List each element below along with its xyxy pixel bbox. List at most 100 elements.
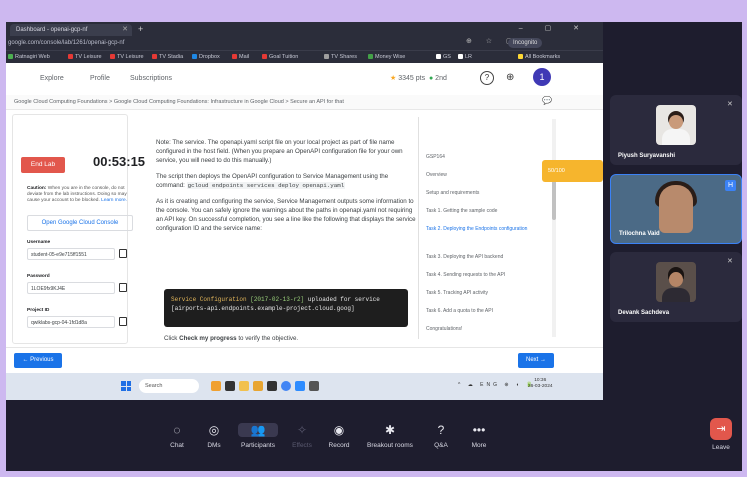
user-avatar[interactable]: 1 <box>533 68 551 86</box>
previous-button[interactable]: ← Previous <box>14 353 62 368</box>
lab-navigation: ← Previous Next → <box>6 347 603 374</box>
toc-divider <box>418 117 419 339</box>
participants-icon: 👥 <box>238 423 278 437</box>
browser-tab-bar: Dashboard - openai-gcp-nf ✕ + – ▢ ✕ <box>6 22 603 36</box>
learn-more-link[interactable]: Learn more. <box>101 198 127 203</box>
participant-name: Devank Sachdeva <box>618 310 670 316</box>
leave-button[interactable]: ⇥ Leave <box>708 418 734 451</box>
clock[interactable]: 10:36 26-03-2024 <box>528 378 553 390</box>
username-field[interactable]: student-05-e9e715ff1551 <box>27 248 115 260</box>
system-tray[interactable]: ^ ☁ ENG ⊕ ◖ 🔋 <box>458 382 536 388</box>
file-explorer-icon[interactable] <box>239 381 249 391</box>
participant-tile-active[interactable]: H Trilochna Vaid <box>610 174 742 244</box>
inline-code: gcloud endpoints services deploy openapi… <box>186 182 346 189</box>
bookmark[interactable]: Goal Tuition <box>262 52 298 62</box>
more-button[interactable]: ••• More <box>459 423 499 449</box>
bookmark[interactable]: TV Shares <box>324 52 357 62</box>
window-controls[interactable]: – ▢ ✕ <box>519 24 589 32</box>
help-icon[interactable]: ? <box>480 71 494 85</box>
leave-icon: ⇥ <box>710 418 732 440</box>
more-icon: ••• <box>472 423 486 437</box>
record-button[interactable]: ◉ Record <box>319 423 359 449</box>
bookmark[interactable]: TV Leisure <box>68 52 102 62</box>
participant-tile[interactable]: ✕ Devank Sachdeva <box>610 252 742 322</box>
project-id-field[interactable]: qwiklabs-gcp-04-1fd1d8a <box>27 316 115 328</box>
next-button[interactable]: Next → <box>518 353 554 368</box>
url-field[interactable]: google.com/console/lab/1261/openai-gcp-n… <box>8 38 428 48</box>
breakout-icon: ✱ <box>384 423 396 437</box>
toc-item[interactable]: Setup and requirements <box>426 190 538 197</box>
chat-icon: ◌ <box>173 423 181 437</box>
nav-subscriptions[interactable]: Subscriptions <box>130 75 172 82</box>
toc-item[interactable]: Task 4. Sending requests to the API <box>426 272 538 279</box>
participant-name: Piyush Suryavanshi <box>618 153 676 159</box>
toc-item[interactable]: Task 3. Deploying the API backend <box>426 254 538 261</box>
bookmark[interactable]: Ratnagiri Web <box>8 52 50 62</box>
instruction-paragraph: The script then deploys the OpenAPI conf… <box>156 173 389 189</box>
bookmark[interactable]: All Bookmarks <box>518 52 560 62</box>
widgets-icon[interactable] <box>211 381 221 391</box>
new-tab-button[interactable]: + <box>138 24 143 34</box>
zoom-icon[interactable] <box>295 381 305 391</box>
language-icon[interactable]: ⊕ <box>506 72 514 83</box>
breadcrumb-text[interactable]: Google Cloud Computing Foundations > Goo… <box>14 97 344 107</box>
copy-password-icon[interactable] <box>119 283 127 292</box>
muted-mic-icon: ✕ <box>727 258 733 265</box>
settings-icon[interactable] <box>309 381 319 391</box>
folder-icon[interactable] <box>253 381 263 391</box>
nav-profile[interactable]: Profile <box>90 75 110 82</box>
password-field[interactable]: 1LOE9fx9KJ4E <box>27 282 115 294</box>
participant-tile[interactable]: ✕ Piyush Suryavanshi <box>610 95 742 165</box>
copy-project-icon[interactable] <box>119 317 127 326</box>
end-lab-button[interactable]: End Lab <box>21 157 65 173</box>
bookmarks-bar: Ratnagiri Web TV Leisure TV Leisure TV S… <box>6 50 603 63</box>
dms-button[interactable]: ◎ DMs <box>194 423 234 449</box>
nav-explore[interactable]: Explore <box>40 75 64 82</box>
toc-item[interactable]: Task 5. Tracking API activity <box>426 290 538 297</box>
toc-item[interactable]: Congratulations! <box>426 326 538 333</box>
score-tab[interactable]: 50/100 <box>542 160 603 182</box>
taskbar-search[interactable]: Search <box>139 379 199 393</box>
effects-icon: ✧ <box>296 423 308 437</box>
shared-screen: Dashboard - openai-gcp-nf ✕ + – ▢ ✕ goog… <box>6 22 603 400</box>
meeting-window: Dashboard - openai-gcp-nf ✕ + – ▢ ✕ goog… <box>6 22 742 471</box>
instruction-paragraph: Note: The service. The openapi.yaml scri… <box>156 139 403 164</box>
toc-item[interactable]: Overview <box>426 172 538 179</box>
bookmark[interactable]: TV Stadia <box>152 52 183 62</box>
bookmark[interactable]: GS <box>436 52 451 62</box>
open-console-button[interactable]: Open Google Cloud Console <box>27 215 133 231</box>
bookmark[interactable]: LR <box>458 52 472 62</box>
chrome-icon[interactable] <box>281 381 291 391</box>
profile-chip[interactable]: Incognito <box>508 38 543 48</box>
toc-item[interactable]: GSP164 <box>426 154 538 161</box>
store-icon[interactable] <box>267 381 277 391</box>
points-badge: ★ 3345 pts ● 2nd <box>390 75 447 82</box>
password-label: Password <box>27 274 50 279</box>
lab-timer: 00:53:15 <box>93 154 146 169</box>
toc-item-active[interactable]: Task 2. Deploying the Endpoints configur… <box>426 226 538 233</box>
spotlight-icon: H <box>725 180 736 191</box>
effects-button[interactable]: ✧ Effects <box>282 423 322 449</box>
scrollbar-track[interactable] <box>552 119 556 337</box>
chat-button[interactable]: ◌ Chat <box>157 423 197 449</box>
participant-name: Trilochna Vaid <box>619 231 660 237</box>
task-view-icon[interactable] <box>225 381 235 391</box>
breakout-rooms-button[interactable]: ✱ Breakout rooms <box>362 423 418 449</box>
bookmark[interactable]: TV Leisure <box>110 52 144 62</box>
tab-title: Dashboard - openai-gcp-nf <box>16 27 88 33</box>
bookmark[interactable]: Money Wise <box>368 52 405 62</box>
toc-item[interactable]: Task 6. Add a quota to the API <box>426 308 538 315</box>
browser-tab[interactable]: Dashboard - openai-gcp-nf ✕ <box>10 24 132 36</box>
instruction-paragraph: As it is creating and configuring the se… <box>156 198 416 232</box>
bookmark[interactable]: Mail <box>232 52 249 62</box>
username-label: Username <box>27 240 51 245</box>
qa-button[interactable]: ? Q&A <box>421 423 461 449</box>
tab-close-icon[interactable]: ✕ <box>122 24 128 36</box>
toc-item[interactable]: Task 1. Getting the sample code <box>426 208 538 215</box>
caution-text: Caution: When you are in the console, do… <box>27 186 128 203</box>
windows-start-icon[interactable] <box>121 381 131 391</box>
chat-bubble-icon[interactable]: 💬 <box>542 96 552 105</box>
bookmark[interactable]: Dropbox <box>192 52 220 62</box>
copy-username-icon[interactable] <box>119 249 127 258</box>
participants-button[interactable]: 👥 Participants <box>238 423 278 449</box>
